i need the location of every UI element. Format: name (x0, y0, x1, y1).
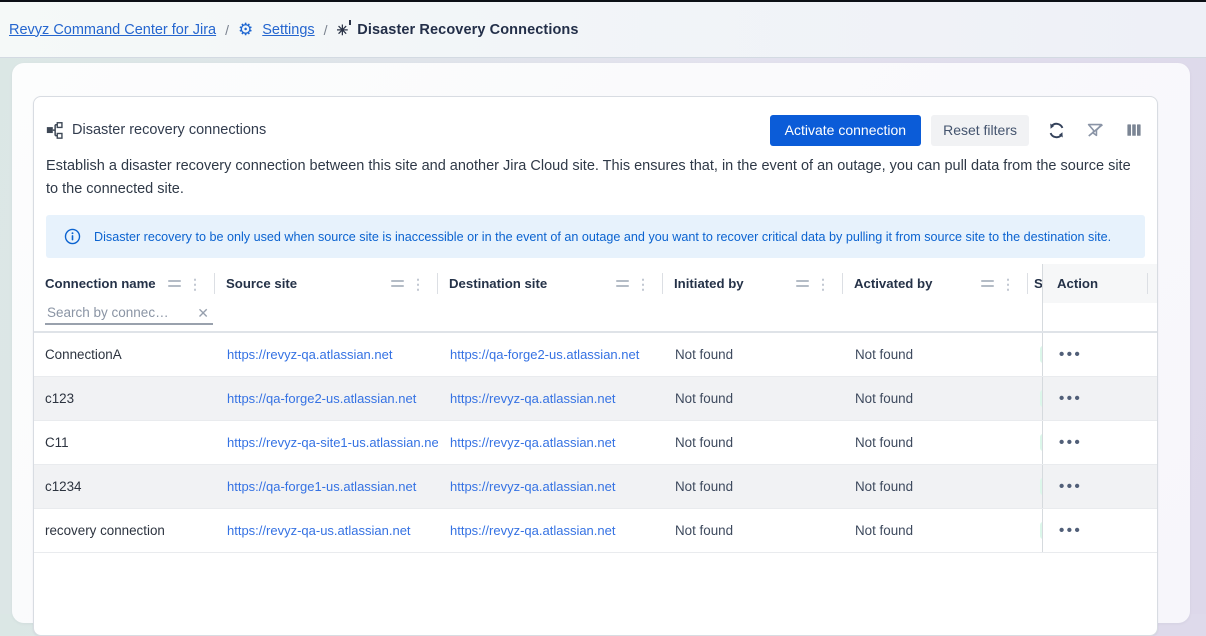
activated-by-value: Not found (843, 509, 1028, 552)
connection-name: ConnectionA (34, 333, 215, 376)
breadcrumb-app-link[interactable]: Revyz Command Center for Jira (9, 22, 216, 38)
card-title-group: Disaster recovery connections (46, 122, 770, 139)
source-site-link[interactable]: https://revyz-qa-site1-us.atlassian.net (227, 435, 438, 450)
connection-name: c1234 (34, 465, 215, 508)
column-menu-icon[interactable]: ⋮ (816, 277, 830, 291)
row-actions-button[interactable]: ••• (1055, 435, 1082, 450)
row-actions-button[interactable]: ••• (1055, 391, 1082, 406)
initiated-by-value: Not found (663, 377, 843, 420)
refresh-button[interactable] (1045, 119, 1068, 142)
column-menu-icon[interactable]: ⋮ (636, 277, 650, 291)
column-settings-button[interactable] (1123, 119, 1145, 141)
info-banner-text: Disaster recovery to be only used when s… (94, 230, 1111, 244)
reset-filters-button[interactable]: Reset filters (931, 115, 1029, 146)
column-header-destination-site: Destination site ⋮ (438, 264, 663, 303)
source-site-link[interactable]: https://qa-forge1-us.atlassian.net (227, 479, 416, 494)
column-menu-icon[interactable]: ⋮ (188, 277, 202, 291)
destination-site-link[interactable]: https://revyz-qa.atlassian.net (450, 523, 615, 538)
source-site-link[interactable]: https://qa-forge2-us.atlassian.net (227, 391, 416, 406)
card-title: Disaster recovery connections (72, 122, 266, 138)
initiated-by-value: Not found (663, 465, 843, 508)
initiated-by-value: Not found (663, 421, 843, 464)
destination-site-link[interactable]: https://qa-forge2-us.atlassian.net (450, 347, 639, 362)
refresh-icon (1047, 121, 1066, 140)
search-box: ✕ (45, 304, 213, 325)
clear-search-icon[interactable]: ✕ (193, 306, 213, 320)
breadcrumb-separator: / (225, 22, 229, 38)
column-filter-icon[interactable] (168, 280, 181, 287)
initiated-by-value: Not found (663, 333, 843, 376)
column-filter-icon[interactable] (796, 280, 809, 287)
column-header-activated-by: Activated by ⋮ (843, 264, 1028, 303)
breadcrumb-bar: Revyz Command Center for Jira / ⚙ Settin… (0, 2, 1206, 58)
destination-site-link[interactable]: https://revyz-qa.atlassian.net (450, 391, 615, 406)
activated-by-value: Not found (843, 377, 1028, 420)
destination-site-link[interactable]: https://revyz-qa.atlassian.net (450, 435, 615, 450)
row-actions-button[interactable]: ••• (1055, 523, 1082, 538)
initiated-by-value: Not found (663, 509, 843, 552)
breadcrumb-settings-link[interactable]: Settings (262, 22, 314, 38)
source-site-link[interactable]: https://revyz-qa.atlassian.net (227, 347, 392, 362)
search-cell: ✕ (34, 303, 215, 331)
activate-connection-button[interactable]: Activate connection (770, 115, 921, 146)
row-actions-button[interactable]: ••• (1055, 347, 1082, 362)
table-row: ConnectionA https://revyz-qa.atlassian.n… (34, 333, 1157, 377)
column-menu-icon[interactable]: ⋮ (1001, 277, 1015, 291)
connection-name: C11 (34, 421, 215, 464)
activated-by-value: Not found (843, 333, 1028, 376)
header-divider (1147, 273, 1148, 294)
column-header-initiated-by: Initiated by ⋮ (663, 264, 843, 303)
table-row: c1234 https://qa-forge1-us.atlassian.net… (34, 465, 1157, 509)
activated-by-value: Not found (843, 421, 1028, 464)
connections-table: Connection name ⋮ Source site ⋮ Destinat… (34, 264, 1157, 553)
column-header-source-site: Source site ⋮ (215, 264, 438, 303)
columns-icon (1125, 121, 1143, 139)
column-header-connection-name: Connection name ⋮ (34, 264, 215, 303)
tree-icon (46, 122, 63, 139)
row-actions-button[interactable]: ••• (1055, 479, 1082, 494)
table-header-row: Connection name ⋮ Source site ⋮ Destinat… (34, 264, 1157, 303)
connection-name: recovery connection (34, 509, 215, 552)
table-row: C11 https://revyz-qa-site1-us.atlassian.… (34, 421, 1157, 465)
breadcrumb: Revyz Command Center for Jira / ⚙ Settin… (9, 21, 579, 38)
activated-by-value: Not found (843, 465, 1028, 508)
column-header-status: Status (1028, 264, 1042, 303)
column-filter-icon[interactable] (391, 280, 404, 287)
settings-gear-icon: ⚙ (238, 21, 253, 38)
table-search-row: ✕ (34, 303, 1157, 333)
window-top-edge (0, 0, 1206, 2)
table-row: c123 https://qa-forge2-us.atlassian.net … (34, 377, 1157, 421)
connection-name: c123 (34, 377, 215, 420)
breadcrumb-separator: / (324, 22, 328, 38)
card-actions: Activate connection Reset filters (770, 115, 1145, 146)
card-description: Establish a disaster recovery connection… (34, 155, 1157, 200)
action-column-spacer (1042, 303, 1157, 331)
table-row: recovery connection https://revyz-qa-us.… (34, 509, 1157, 553)
clear-filter-button[interactable] (1084, 119, 1107, 142)
column-filter-icon[interactable] (616, 280, 629, 287)
destination-site-link[interactable]: https://revyz-qa.atlassian.net (450, 479, 615, 494)
filter-off-icon (1086, 121, 1105, 140)
breadcrumb-current: Disaster Recovery Connections (357, 22, 578, 38)
disaster-recovery-icon: ✳ (337, 23, 349, 37)
column-filter-icon[interactable] (981, 280, 994, 287)
disaster-recovery-card: Disaster recovery connections Activate c… (33, 96, 1158, 636)
column-menu-icon[interactable]: ⋮ (411, 277, 425, 291)
source-site-link[interactable]: https://revyz-qa-us.atlassian.net (227, 523, 411, 538)
card-header: Disaster recovery connections Activate c… (34, 97, 1157, 146)
info-icon (64, 228, 81, 245)
column-header-action: Action (1042, 264, 1157, 303)
info-banner: Disaster recovery to be only used when s… (46, 215, 1145, 258)
connection-search-input[interactable] (45, 304, 193, 321)
